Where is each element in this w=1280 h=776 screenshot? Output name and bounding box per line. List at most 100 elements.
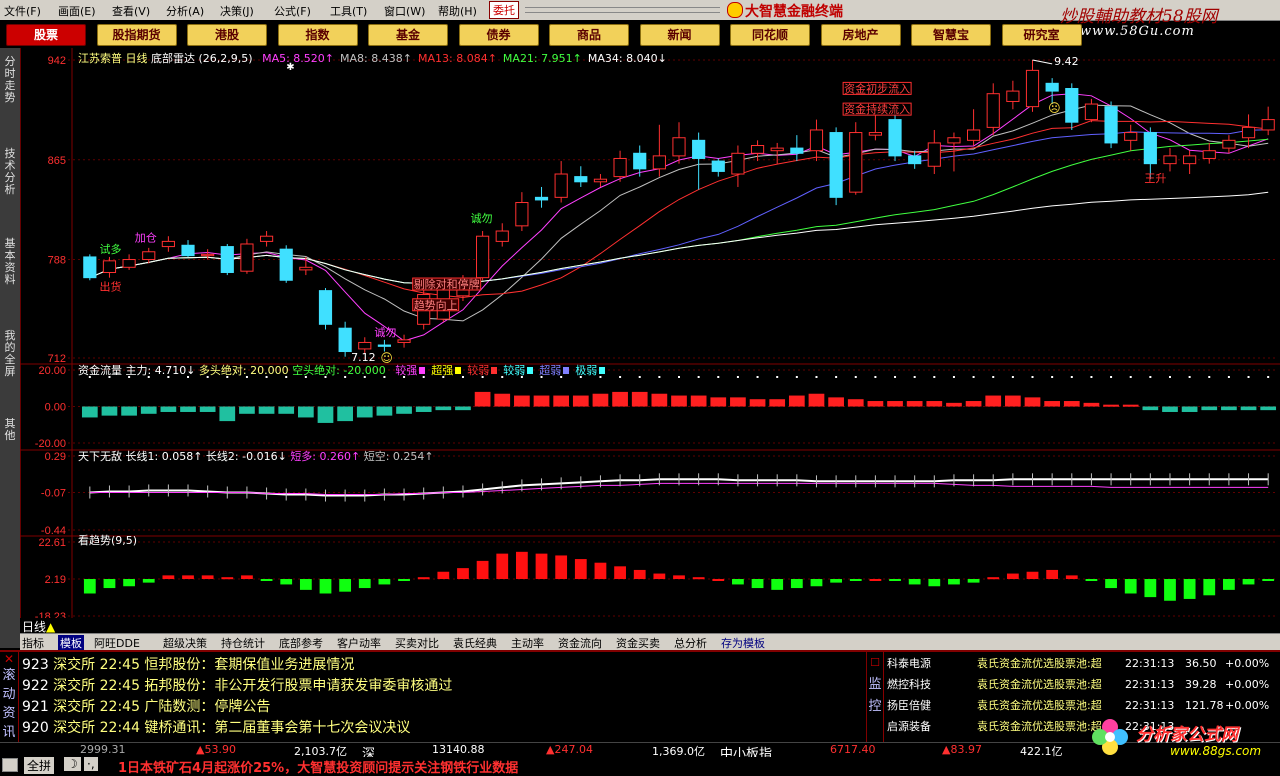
tab-6[interactable]: 商品 <box>549 24 629 46</box>
title-drag-area[interactable] <box>525 7 720 13</box>
trend-bar <box>319 579 332 594</box>
news-row[interactable]: 922 深交所 22:45 拓邦股份：非公开发行股票申请获发审委审核通过 <box>22 675 452 696</box>
fund-flow-title: 资金流量 <box>78 364 122 377</box>
keyboard-icon[interactable] <box>2 758 18 772</box>
trade-button[interactable]: 委托 <box>489 1 519 19</box>
menu-decision[interactable]: 决策(J) <box>220 3 254 19</box>
flow-dot <box>913 376 916 378</box>
template-tab-7[interactable]: 买卖对比 <box>395 635 439 651</box>
leftnav-fullscreen[interactable]: 我的全屏 <box>3 330 17 378</box>
menu-formula[interactable]: 公式(F) <box>274 3 311 19</box>
chart-area[interactable]: 942865788712试多出货加仓诚勿剔除对和停牌趋势向上诚勿资金初步流入资金… <box>20 48 1280 633</box>
flow-bar <box>121 406 137 416</box>
ime-moon-icon[interactable]: ☽ <box>64 757 81 771</box>
trend-bar <box>299 579 312 590</box>
tab-1[interactable]: 股指期货 <box>96 24 177 46</box>
template-tab-2[interactable]: 阿旺DDE <box>94 635 140 651</box>
tab-8[interactable]: 同花顺 <box>730 24 810 46</box>
template-tab-5[interactable]: 底部参考 <box>279 635 323 651</box>
menu-file[interactable]: 文件(F) <box>4 3 41 19</box>
ma-legend-item: MA13: 8.084↑ <box>418 52 497 65</box>
flow-bar <box>297 406 314 418</box>
template-tab-9[interactable]: 主动率 <box>511 635 544 651</box>
template-tab-4[interactable]: 持仓统计 <box>221 635 265 651</box>
brand-logo-icon <box>727 2 743 18</box>
trend-bar <box>653 573 666 579</box>
template-tab-0[interactable]: 指标 <box>22 635 44 651</box>
tab-5[interactable]: 债券 <box>458 24 539 46</box>
template-tab-12[interactable]: 总分析 <box>674 635 707 651</box>
flow-dot <box>1070 376 1073 378</box>
template-tab-3[interactable]: 超级决策 <box>163 635 207 651</box>
menu-analysis[interactable]: 分析(A) <box>166 3 204 19</box>
flow-dot <box>619 376 622 378</box>
checkbox-icon[interactable]: ☐ <box>867 652 883 674</box>
trend-bar <box>182 575 194 579</box>
template-tab-13[interactable]: 存为模板 <box>721 635 765 651</box>
flow-dot <box>1188 376 1191 378</box>
monitor-row[interactable]: 扬臣倍健 袁氏资金流优选股票池:超 22:31:13 121.78 +0.00% <box>887 697 1269 716</box>
trend-title: 看趋势 <box>78 534 111 547</box>
tab-10[interactable]: 智慧宝 <box>911 24 991 46</box>
leftnav-fundamental[interactable]: 基本资料 <box>3 238 17 286</box>
trend-bar <box>437 571 450 579</box>
flow-bar <box>1240 406 1257 411</box>
template-tab-10[interactable]: 资金流向 <box>558 635 602 651</box>
news-row[interactable]: 923 深交所 22:45 恒邦股份：套期保值业务进展情况 <box>22 654 354 675</box>
y-tick-label: 20.00 <box>38 365 66 377</box>
leftnav-intraday[interactable]: 分时走势 <box>3 56 17 104</box>
candle <box>790 135 804 162</box>
tab-2[interactable]: 港股 <box>187 24 267 46</box>
candle <box>692 132 706 190</box>
tab-4[interactable]: 基金 <box>368 24 448 46</box>
news-row[interactable]: 920 深交所 22:44 键桥通讯：第二届董事会第十七次会议决议 <box>22 717 410 738</box>
monitor-row[interactable]: 科泰电源 袁氏资金流优选股票池:超 22:31:13 36.50 +0.00% <box>887 655 1269 674</box>
watermark-bottom: 分析家公式网 <box>1136 725 1238 745</box>
tab-0[interactable]: 股票 <box>6 24 86 46</box>
invincible-l1: 长线1: 0.058↑ <box>125 450 203 463</box>
menu-help[interactable]: 帮助(H) <box>438 3 477 19</box>
template-tab-1[interactable]: 模板 <box>58 635 84 651</box>
template-tab-8[interactable]: 袁氏经典 <box>453 635 497 651</box>
tab-9[interactable]: 房地产 <box>820 24 901 46</box>
menu-view[interactable]: 查看(V) <box>112 3 150 19</box>
menu-window[interactable]: 窗口(W) <box>384 3 425 19</box>
candle <box>927 129 941 175</box>
trend-bar <box>751 579 764 589</box>
trend-bar <box>849 579 862 581</box>
flow-bar <box>1024 397 1041 407</box>
template-tab-6[interactable]: 客户动率 <box>337 635 381 651</box>
menu-screen[interactable]: 画面(E) <box>58 3 96 19</box>
flow-bar <box>396 406 412 414</box>
annotation-text: 9.42 <box>1054 55 1079 68</box>
tab-3[interactable]: 指数 <box>277 24 358 46</box>
ma-label: MA8: <box>340 52 368 65</box>
menu-tools[interactable]: 工具(T) <box>330 3 367 19</box>
ime-punct-icon[interactable]: ·, <box>84 757 98 771</box>
flow-bar <box>81 406 98 418</box>
flow-bar <box>671 395 687 407</box>
template-tab-11[interactable]: 资金买卖 <box>616 635 660 651</box>
scroll-news-text[interactable]: 1日本铁矿石4月起涨价25%，大智慧投资顾问提示关注钢铁行业数据 <box>118 757 518 776</box>
news-row[interactable]: 921 深交所 22:45 广陆数测：停牌公告 <box>22 696 270 717</box>
flow-dot <box>1051 376 1054 378</box>
news-text: 恒邦股份：套期保值业务进展情况 <box>144 657 355 673</box>
tab-7[interactable]: 新闻 <box>639 24 720 46</box>
trend-header: 看趋势(9,5) <box>78 532 137 548</box>
ma-label: MA5: <box>262 52 290 65</box>
flow-bar <box>887 401 903 407</box>
ime-label[interactable]: 全拼 <box>24 757 55 774</box>
ma-label: MA34: <box>587 52 623 65</box>
tab-11[interactable]: 研究室 <box>1001 24 1082 46</box>
leftnav-other[interactable]: 其他 <box>3 418 17 442</box>
close-icon[interactable]: ✕ <box>0 652 18 666</box>
monitor-desc: 袁氏资金流优选股票池:超 <box>977 657 1102 670</box>
trend-bar <box>692 577 705 580</box>
monitor-row[interactable]: 燃控科技 袁氏资金流优选股票池:超 22:31:13 39.28 +0.00% <box>887 676 1269 695</box>
flow-dot <box>1267 376 1270 378</box>
leftnav-technical[interactable]: 技术分析 <box>3 148 17 196</box>
flow-dot <box>992 376 995 378</box>
indicator-name: 底部雷达 <box>151 52 195 65</box>
trend-bar <box>241 575 253 579</box>
flower-logo-icon <box>1090 717 1130 757</box>
